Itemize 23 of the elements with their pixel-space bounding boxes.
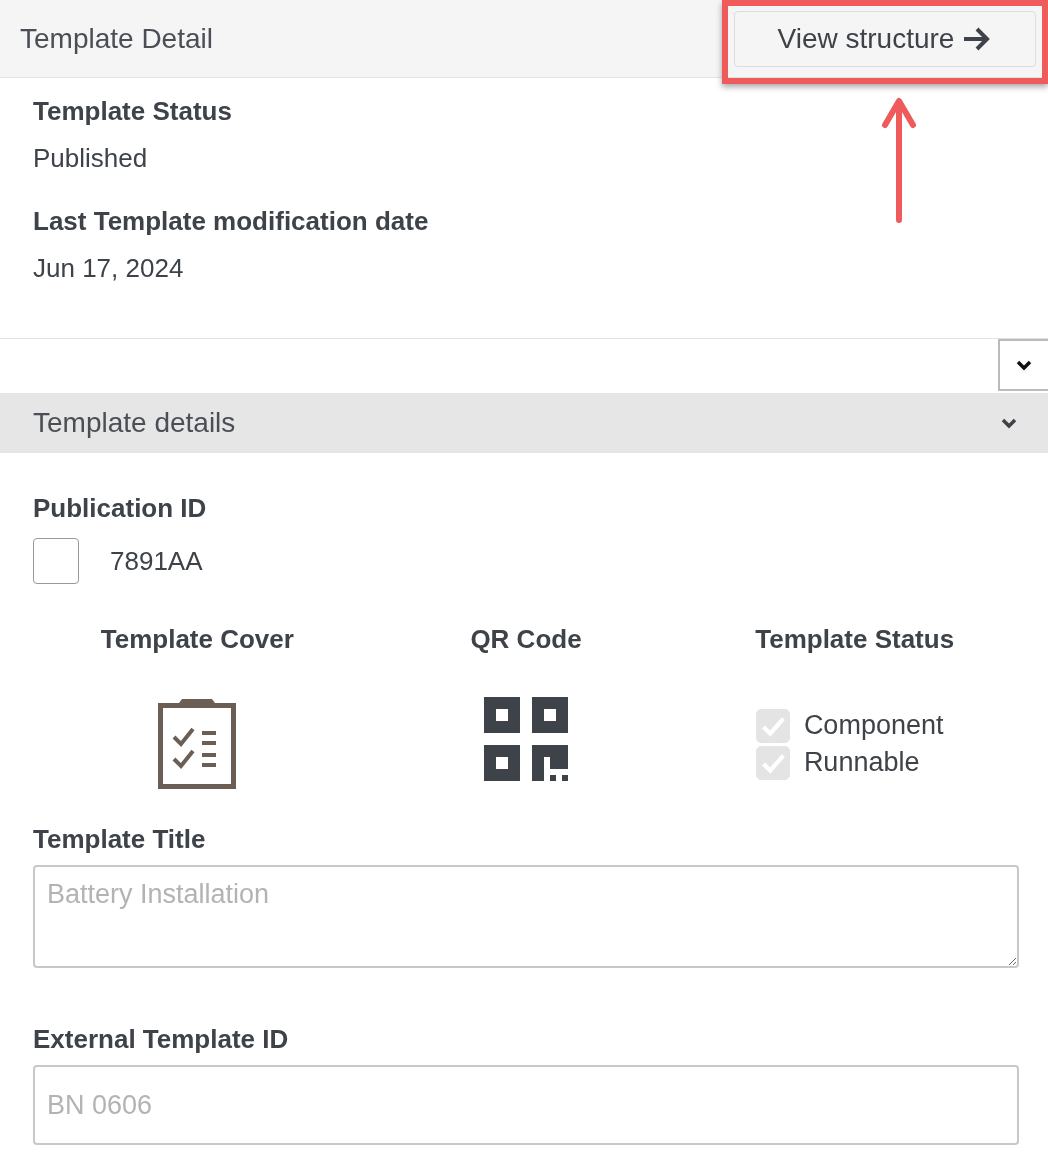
field-label: Template Title	[33, 824, 207, 855]
publication-id: 7891AA	[110, 545, 203, 577]
column-heading: Template Status	[755, 624, 955, 655]
view-structure-button[interactable]: View structure	[734, 10, 1036, 67]
section-title: Template details	[33, 407, 236, 439]
field-label: External Template ID	[33, 1024, 290, 1055]
section-header[interactable]: Template details	[0, 393, 1048, 453]
field-label: Last Template modification date	[33, 206, 430, 237]
checkbox[interactable]	[33, 538, 79, 584]
panel-title: Template Detail	[20, 22, 213, 55]
checkbox-label: Component	[803, 710, 944, 741]
field-label: Publication ID	[33, 493, 208, 524]
input-field[interactable]: BN 0606	[33, 1065, 1019, 1145]
field-value: Published	[33, 143, 149, 174]
column-heading: Template Cover	[100, 624, 294, 655]
field-label: Template Status	[33, 96, 233, 127]
field-value: Jun 17, 2024	[33, 253, 185, 284]
column-heading: QR Code	[470, 624, 582, 655]
text-area[interactable]: Battery Installation	[33, 865, 1019, 968]
clipboard-checklist-icon	[158, 697, 237, 789]
collapse-button[interactable]	[998, 339, 1048, 391]
qr-code-icon	[484, 697, 568, 781]
checkbox-label: Runnable	[803, 747, 920, 778]
